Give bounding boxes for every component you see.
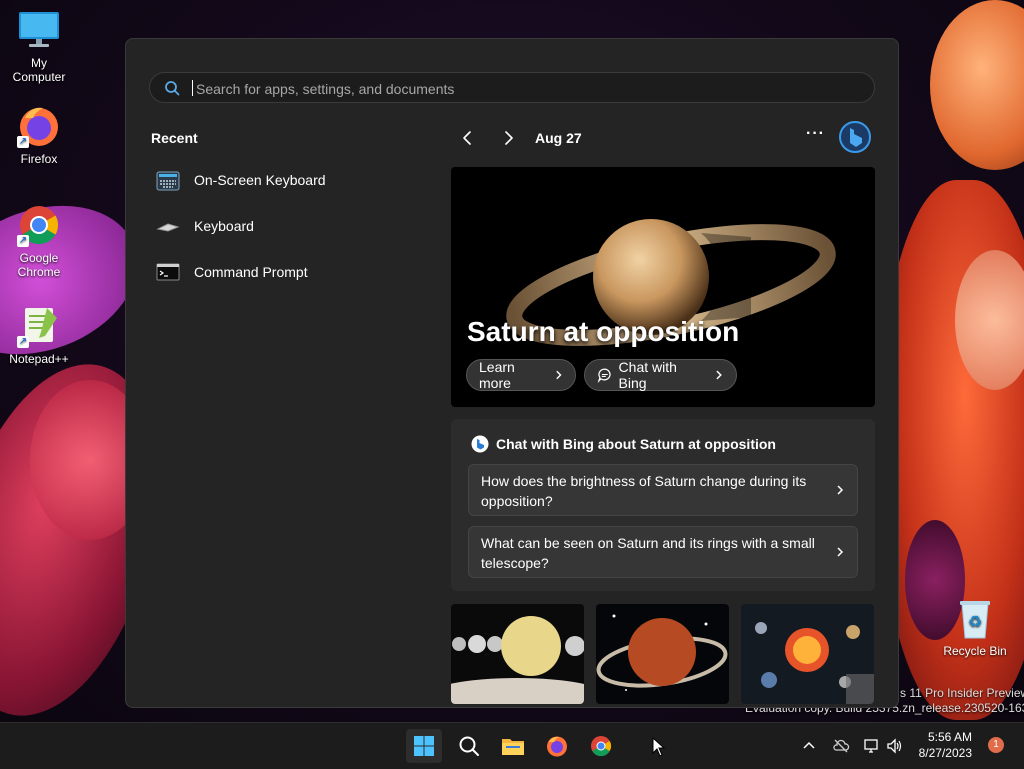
spotlight-title: Saturn at opposition [467, 316, 740, 347]
recycle-bin-icon: ♻ [953, 596, 997, 640]
desktop-icon-label: My Computer [12, 56, 66, 84]
solar-system-image [741, 604, 874, 704]
chat-heading-text: Chat with Bing about Saturn at oppositio… [496, 436, 776, 452]
chevron-right-icon [555, 370, 562, 380]
chat-suggestion-text: What can be seen on Saturn and its rings… [481, 535, 815, 571]
spotlight-hero-card[interactable]: Saturn at opposition Learn more Chat wit… [451, 167, 875, 407]
chrome-icon: ↗ [17, 203, 61, 247]
svg-text:♻: ♻ [968, 612, 982, 631]
shortcut-arrow-icon: ↗ [17, 136, 29, 148]
desktop-icon-label: Recycle Bin [943, 644, 1007, 658]
shortcut-arrow-icon: ↗ [17, 336, 29, 348]
wallpaper-shape [930, 0, 1024, 170]
notepad-plus-plus-icon: ↗ [17, 304, 61, 348]
clock-time: 5:56 AM [927, 730, 972, 744]
desktop-icon-label: Firefox [20, 152, 58, 166]
learn-more-label: Learn more [479, 359, 515, 391]
desktop-icon-my-computer[interactable]: My Computer [3, 8, 75, 84]
start-menu: Recent On-Screen Keyboard Keyboard [125, 38, 899, 708]
keyboard-icon [156, 217, 180, 235]
chrome-taskbar-button[interactable] [583, 729, 619, 763]
start-button[interactable] [406, 729, 442, 763]
show-hidden-icons-chevron-icon[interactable] [800, 737, 818, 755]
clock[interactable]: 5:56 AM 8/27/2023 [900, 729, 972, 761]
search-input[interactable] [194, 77, 858, 101]
chat-heading: Chat with Bing about Saturn at oppositio… [471, 435, 776, 453]
recent-heading: Recent [151, 130, 198, 146]
taskbar: 5:56 AM 8/27/2023 1 [0, 722, 1024, 769]
chat-suggestion[interactable]: What can be seen on Saturn and its rings… [468, 526, 858, 578]
recent-item-label: Command Prompt [194, 264, 308, 280]
network-icon[interactable] [863, 737, 881, 755]
firefox-icon: ↗ [17, 104, 61, 148]
clock-date: 8/27/2023 [918, 746, 972, 760]
chrome-icon [591, 736, 612, 757]
desktop-icon-label: Google Chrome [17, 251, 61, 279]
shortcut-arrow-icon: ↗ [17, 235, 29, 247]
chat-with-bing-label: Chat with Bing [618, 359, 677, 391]
saturn-thumbnail[interactable] [596, 604, 729, 704]
text-cursor [192, 80, 193, 96]
desktop-icon-google-chrome[interactable]: ↗ Google Chrome [3, 203, 75, 279]
recent-item-command-prompt[interactable]: Command Prompt [156, 257, 416, 287]
planets-image [451, 604, 584, 704]
chat-suggestion[interactable]: How does the brightness of Saturn change… [468, 464, 858, 516]
on-screen-keyboard-icon [156, 171, 180, 191]
solar-system-thumbnail[interactable] [741, 604, 874, 704]
bing-icon [839, 121, 871, 153]
bing-icon [471, 435, 489, 453]
bing-button[interactable] [839, 121, 871, 153]
mouse-pointer-icon [652, 737, 666, 757]
desktop-icon-firefox[interactable]: ↗ Firefox [3, 104, 75, 166]
next-chevron-icon[interactable] [499, 129, 517, 147]
file-explorer-button[interactable] [495, 729, 531, 763]
taskbar-search-button[interactable] [451, 729, 487, 763]
chat-with-bing-panel: Chat with Bing about Saturn at oppositio… [451, 419, 875, 591]
spotlight-date: Aug 27 [535, 130, 582, 146]
more-options-button[interactable]: ··· [806, 125, 825, 143]
chat-bubble-icon [597, 368, 611, 383]
monitor-icon [17, 8, 61, 52]
command-prompt-icon [156, 263, 180, 281]
search-box[interactable] [149, 72, 875, 103]
saturn-thumbnail-image [596, 604, 729, 704]
folder-icon [502, 739, 524, 755]
recent-item-on-screen-keyboard[interactable]: On-Screen Keyboard [156, 165, 416, 195]
previous-chevron-icon[interactable] [459, 129, 477, 147]
desktop-icon-notepad-plus-plus[interactable]: ↗ Notepad++ [3, 304, 75, 366]
chevron-right-icon [837, 547, 844, 557]
planets-thumbnail[interactable] [451, 604, 584, 704]
desktop-icon-label: Notepad++ [9, 352, 69, 366]
chat-suggestion-text: How does the brightness of Saturn change… [481, 473, 807, 509]
firefox-icon [547, 736, 567, 757]
chevron-right-icon [716, 370, 723, 380]
learn-more-button[interactable]: Learn more [466, 359, 576, 391]
recent-item-keyboard[interactable]: Keyboard [156, 211, 416, 241]
onedrive-offline-icon[interactable] [832, 737, 850, 755]
notification-badge[interactable]: 1 [988, 737, 1004, 753]
desktop-icon-recycle-bin[interactable]: ♻ Recycle Bin [939, 596, 1011, 658]
chevron-right-icon [837, 485, 844, 495]
recent-item-label: Keyboard [194, 218, 254, 234]
recent-item-label: On-Screen Keyboard [194, 172, 326, 188]
firefox-taskbar-button[interactable] [539, 729, 575, 763]
search-icon [165, 81, 180, 96]
evaluation-watermark-line1: s 11 Pro Insider Preview [900, 686, 1024, 700]
chat-with-bing-button[interactable]: Chat with Bing [584, 359, 737, 391]
search-icon [459, 736, 479, 756]
windows-logo-icon [414, 736, 434, 756]
